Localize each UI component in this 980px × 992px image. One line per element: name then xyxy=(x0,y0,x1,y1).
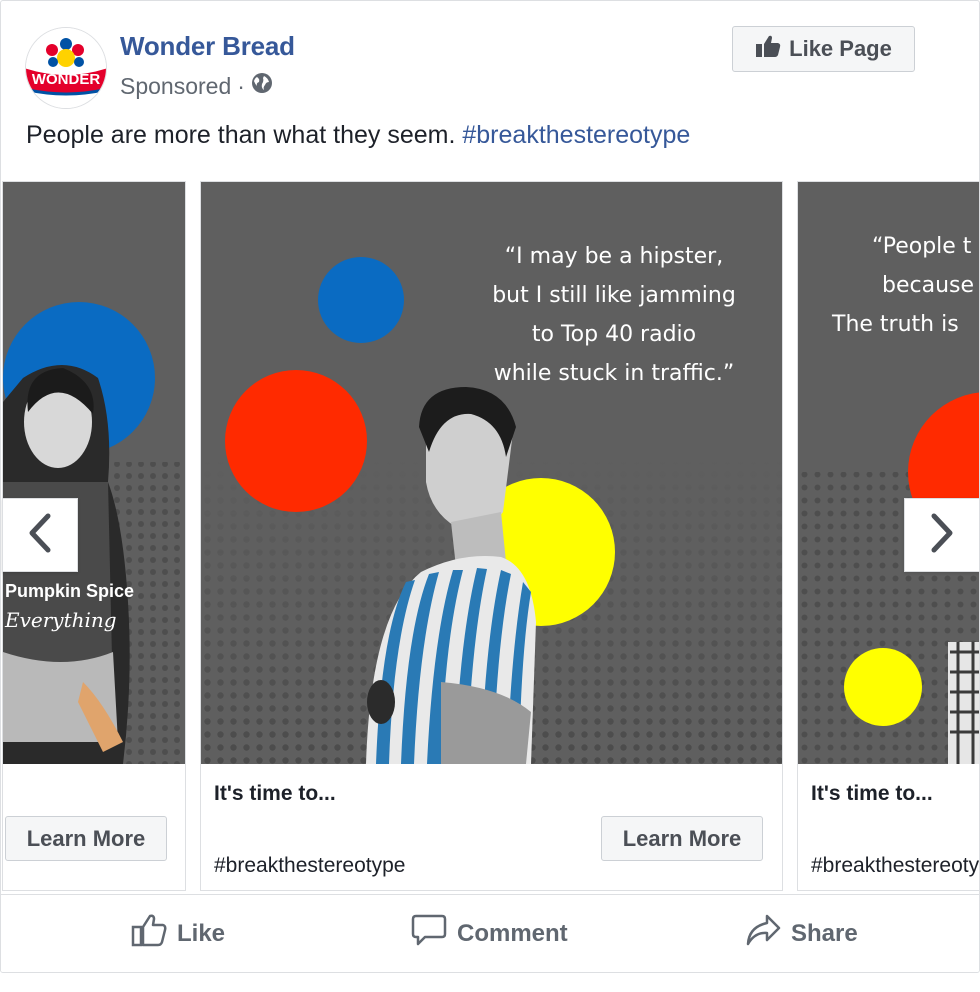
post-action-bar: Like Comment Share xyxy=(1,894,979,972)
share-label: Share xyxy=(791,919,858,947)
card-2-quote-line: but I still like jamming xyxy=(492,283,736,308)
share-icon xyxy=(745,913,781,954)
card-2-quote-line: “I may be a hipster, xyxy=(504,244,724,269)
sponsored-post: WONDER Wonder Bread Sponsored · Like Pag… xyxy=(0,0,980,973)
post-text: People are more than what they seem. xyxy=(26,121,456,149)
post-hashtag-link[interactable]: #breakthestereotype xyxy=(462,121,690,149)
comment-label: Comment xyxy=(457,919,568,947)
card-3-quote-line: The truth is xyxy=(832,312,959,337)
page-name-link[interactable]: Wonder Bread xyxy=(120,31,295,62)
chevron-left-icon xyxy=(26,513,54,558)
wonder-logo: WONDER xyxy=(26,28,106,108)
card-3-quote-line: because xyxy=(882,273,975,298)
globe-icon xyxy=(251,72,273,100)
sponsored-row: Sponsored · xyxy=(120,72,273,100)
like-label: Like xyxy=(177,919,226,947)
card-2-image[interactable]: “I may be a hipster, but I still like ja… xyxy=(201,182,782,764)
carousel-next-button[interactable] xyxy=(904,498,979,572)
card-2-hashtag-link[interactable]: #breakthestereotype xyxy=(214,854,405,878)
card-1-learn-more-button[interactable]: Learn More xyxy=(5,816,167,861)
comment-icon xyxy=(411,913,447,954)
card-2-learn-more-button[interactable]: Learn More xyxy=(601,816,763,861)
card-1-image[interactable]: Pumpkin Spice Everything xyxy=(3,182,185,764)
card-2-quote: “I may be a hipster, but I still like ja… xyxy=(489,237,739,393)
share-button[interactable]: Share xyxy=(745,913,858,954)
post-message: People are more than what they seem. #br… xyxy=(26,121,690,150)
sponsored-label[interactable]: Sponsored xyxy=(120,73,231,100)
card-2-headline[interactable]: It's time to... xyxy=(214,782,336,806)
carousel-card-2[interactable]: “I may be a hipster, but I still like ja… xyxy=(200,181,783,891)
like-button[interactable]: Like xyxy=(131,913,225,954)
card-3-hashtag-link[interactable]: #breakthestereoty xyxy=(811,854,979,878)
svg-text:WONDER: WONDER xyxy=(32,71,100,88)
chevron-right-icon xyxy=(928,513,956,558)
card-2-quote-line: to Top 40 radio xyxy=(531,322,697,347)
like-page-button[interactable]: Like Page xyxy=(732,26,915,72)
thumbs-up-outline-icon xyxy=(131,913,167,954)
card-3-quote-line: “People t xyxy=(872,234,972,259)
thumbs-up-icon xyxy=(755,34,781,64)
card-3-quote: “People t because The truth is xyxy=(832,227,974,344)
svg-text:Everything: Everything xyxy=(4,608,117,632)
like-page-label: Like Page xyxy=(789,36,892,61)
card-2-quote-line: while stuck in traffic.” xyxy=(493,361,735,386)
svg-text:Pumpkin Spice: Pumpkin Spice xyxy=(5,581,134,601)
carousel-prev-button[interactable] xyxy=(2,498,78,572)
page-avatar[interactable]: WONDER xyxy=(25,27,107,109)
card-3-headline[interactable]: It's time to... xyxy=(811,782,933,806)
comment-button[interactable]: Comment xyxy=(411,913,568,954)
separator-dot: · xyxy=(237,72,245,99)
card-3-image[interactable]: “People t because The truth is xyxy=(798,182,979,764)
